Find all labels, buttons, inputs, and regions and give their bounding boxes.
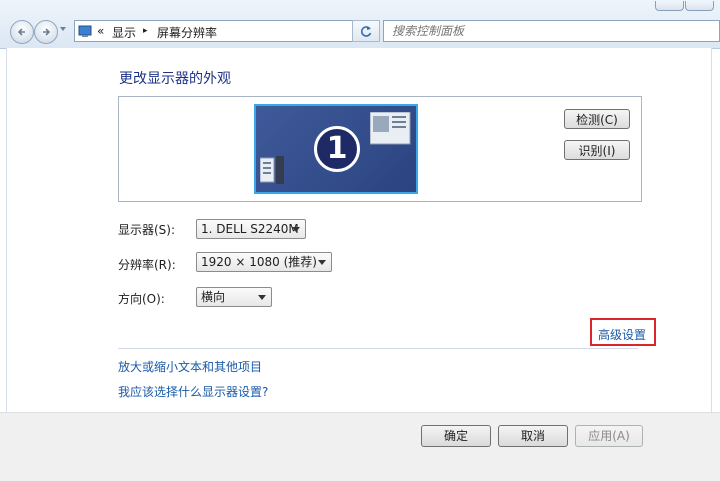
orientation-select[interactable]: 横向 xyxy=(196,287,272,307)
recent-pages-dropdown-icon[interactable] xyxy=(60,27,66,31)
refresh-icon xyxy=(360,26,372,37)
chevron-down-icon xyxy=(318,260,326,265)
back-arrow-icon xyxy=(17,28,25,36)
chevron-down-icon xyxy=(258,295,266,300)
orientation-label: 方向(O): xyxy=(118,292,165,306)
window-controls[interactable] xyxy=(654,0,714,11)
ok-button[interactable]: 确定 xyxy=(421,425,491,447)
advanced-settings-link[interactable]: 高级设置 xyxy=(598,326,646,343)
breadcrumb-display[interactable]: 显示 xyxy=(112,24,136,41)
desktop-items-icon xyxy=(260,156,284,184)
advanced-settings-highlight: 高级设置 xyxy=(590,318,656,346)
search-box[interactable] xyxy=(383,20,720,42)
search-input[interactable] xyxy=(390,23,694,39)
resolution-select-value: 1920 × 1080 (推荐) xyxy=(201,255,317,269)
refresh-button[interactable] xyxy=(352,20,380,42)
resolution-select[interactable]: 1920 × 1080 (推荐) xyxy=(196,252,332,272)
address-overflow[interactable]: « xyxy=(97,24,104,38)
display-select[interactable]: 1. DELL S2240M xyxy=(196,219,306,239)
text-size-link[interactable]: 放大或缩小文本和其他项目 xyxy=(118,358,262,375)
orientation-select-value: 横向 xyxy=(201,290,226,304)
back-button[interactable] xyxy=(10,20,34,44)
cancel-button[interactable]: 取消 xyxy=(498,425,568,447)
address-bar[interactable]: « 显示 ▸ 屏幕分辨率 xyxy=(74,20,374,42)
breadcrumb-screen-resolution[interactable]: 屏幕分辨率 xyxy=(157,24,217,41)
display-label: 显示器(S): xyxy=(118,223,176,237)
window-thumbnail-icon xyxy=(370,112,411,145)
detect-button[interactable]: 检测(C) xyxy=(564,109,630,129)
forward-arrow-icon xyxy=(43,28,51,36)
control-panel-icon xyxy=(78,25,92,37)
resolution-label: 分辨率(R): xyxy=(118,258,176,272)
apply-button[interactable]: 应用(A) xyxy=(575,425,643,447)
display-select-value: 1. DELL S2240M xyxy=(201,222,299,236)
monitor-1-tile[interactable]: 1 xyxy=(254,104,418,194)
divider xyxy=(118,348,638,349)
identify-button[interactable]: 识别(I) xyxy=(564,140,630,160)
breadcrumb-separator: ▸ xyxy=(143,26,148,36)
close-button[interactable] xyxy=(685,1,714,11)
maximize-button[interactable] xyxy=(655,1,684,11)
chevron-down-icon xyxy=(292,227,300,232)
display-settings-help-link[interactable]: 我应该选择什么显示器设置? xyxy=(118,383,268,400)
forward-button[interactable] xyxy=(34,20,58,44)
page-title: 更改显示器的外观 xyxy=(119,71,231,87)
monitor-number-badge: 1 xyxy=(314,126,360,172)
